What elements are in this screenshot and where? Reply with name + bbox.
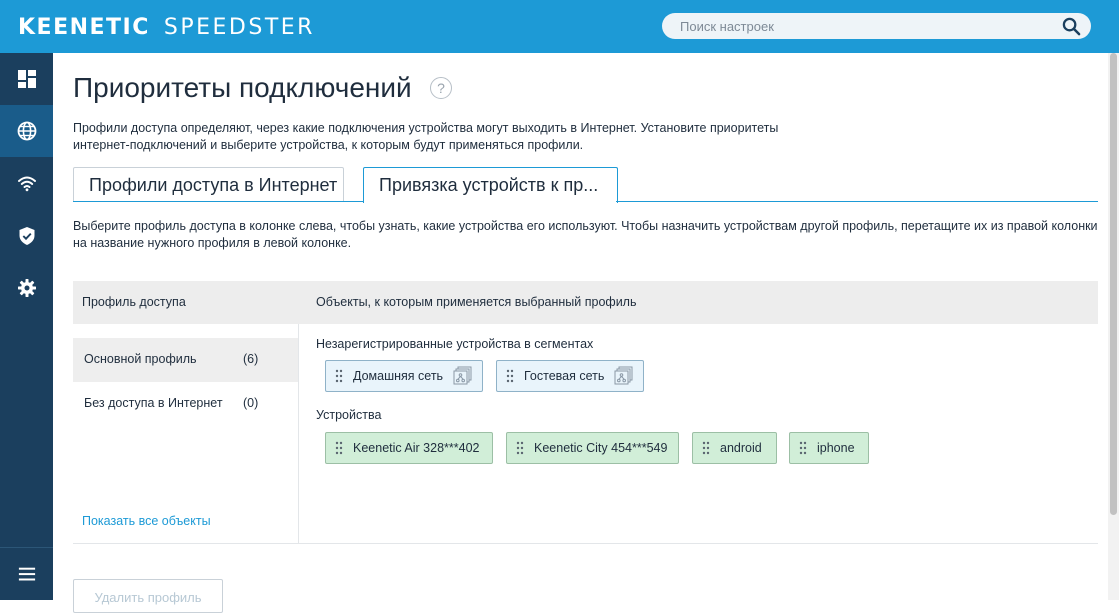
segment-chip-home[interactable]: Домашняя сеть bbox=[325, 360, 483, 392]
table-bottom-border bbox=[73, 543, 1098, 544]
sidebar-item-settings[interactable] bbox=[0, 262, 53, 314]
device-name: Keenetic City 454***549 bbox=[534, 441, 668, 455]
tab-access-profiles[interactable]: Профили доступа в Интернет bbox=[73, 167, 344, 202]
delete-profile-button[interactable]: Удалить профиль bbox=[73, 579, 223, 613]
device-chip[interactable]: iphone bbox=[789, 432, 869, 464]
tab-description: Выберите профиль доступа в колонке слева… bbox=[73, 219, 1098, 250]
network-segment-icon bbox=[614, 366, 633, 385]
device-chip[interactable]: Keenetic Air 328***402 bbox=[325, 432, 493, 464]
device-chip[interactable]: android bbox=[692, 432, 777, 464]
help-icon[interactable]: ? bbox=[430, 77, 452, 99]
device-name: Keenetic Air 328***402 bbox=[353, 441, 480, 455]
device-name: iphone bbox=[817, 441, 855, 455]
shield-icon bbox=[19, 227, 34, 245]
sidebar-menu-toggle[interactable] bbox=[0, 547, 53, 600]
profile-row-main[interactable]: Основной профиль (6) bbox=[73, 338, 298, 382]
dashboard-icon bbox=[17, 70, 36, 88]
network-segment-icon bbox=[453, 366, 472, 385]
drag-handle-icon bbox=[335, 441, 343, 455]
profile-count: (6) bbox=[243, 352, 259, 366]
main-content: Приоритеты подключений ? Профили доступа… bbox=[53, 53, 1119, 613]
active-tab-gap bbox=[364, 201, 616, 203]
segment-name: Гостевая сеть bbox=[524, 369, 605, 383]
drag-handle-icon bbox=[335, 369, 343, 383]
profile-name: Основной профиль bbox=[84, 352, 197, 366]
gear-icon bbox=[17, 279, 36, 297]
globe-icon bbox=[17, 121, 36, 141]
scrollbar-thumb[interactable] bbox=[1110, 53, 1117, 515]
profile-row-no-internet[interactable]: Без доступа в Интернет (0) bbox=[73, 382, 298, 426]
segments-section-label: Незарегистрированные устройства в сегмен… bbox=[316, 337, 594, 351]
device-chip[interactable]: Keenetic City 454***549 bbox=[506, 432, 679, 464]
objects-column-header: Объекты, к которым применяется выбранный… bbox=[316, 295, 637, 309]
top-header: KEENETIC SPEEDSTER bbox=[0, 0, 1119, 53]
segment-chip-guest[interactable]: Гостевая сеть bbox=[496, 360, 644, 392]
table-header: Профиль доступа Объекты, к которым приме… bbox=[73, 281, 1098, 324]
search-box bbox=[662, 13, 1091, 39]
profile-column-header: Профиль доступа bbox=[82, 295, 186, 309]
device-name: android bbox=[720, 441, 762, 455]
devices-section-label: Устройства bbox=[316, 408, 382, 422]
page-description: Профили доступа определяют, через какие … bbox=[73, 121, 779, 152]
drag-handle-icon bbox=[506, 369, 514, 383]
scrollbar[interactable] bbox=[1108, 53, 1119, 600]
sidebar-item-internet[interactable] bbox=[0, 105, 53, 157]
logo[interactable]: KEENETIC SPEEDSTER bbox=[18, 13, 315, 41]
page-title: Приоритеты подключений bbox=[73, 72, 412, 103]
logo-main-text: KEENETIC bbox=[18, 14, 150, 40]
sidebar-item-wifi[interactable] bbox=[0, 157, 53, 209]
drag-handle-icon bbox=[799, 441, 807, 455]
drag-handle-icon bbox=[702, 441, 710, 455]
column-divider bbox=[298, 324, 299, 543]
menu-icon bbox=[18, 567, 35, 581]
wifi-icon bbox=[17, 176, 36, 192]
segment-name: Домашняя сеть bbox=[353, 369, 444, 383]
sidebar-item-dashboard[interactable] bbox=[0, 53, 53, 105]
logo-sub-text: SPEEDSTER bbox=[163, 14, 315, 40]
search-input[interactable] bbox=[662, 13, 1042, 39]
sidebar bbox=[0, 53, 53, 600]
drag-handle-icon bbox=[516, 441, 524, 455]
profile-name: Без доступа в Интернет bbox=[84, 396, 223, 410]
profile-count: (0) bbox=[243, 396, 259, 410]
search-icon[interactable] bbox=[1062, 17, 1081, 36]
tab-device-binding[interactable]: Привязка устройств к пр... bbox=[363, 167, 618, 203]
show-all-objects-link[interactable]: Показать все объекты bbox=[82, 514, 211, 528]
sidebar-item-security[interactable] bbox=[0, 210, 53, 262]
